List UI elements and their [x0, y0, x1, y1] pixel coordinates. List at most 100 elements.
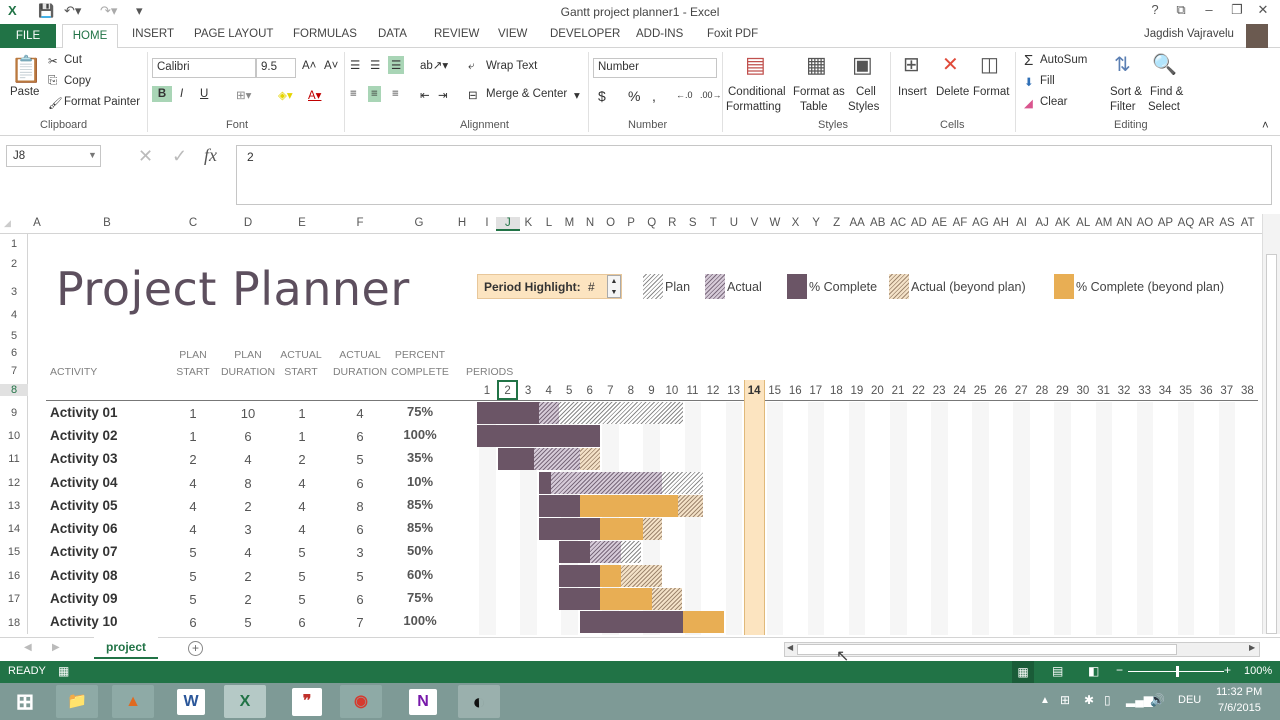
plan-start-cell[interactable]: 2 — [173, 452, 213, 467]
cut-button[interactable]: Cut — [64, 54, 82, 66]
font-size-select[interactable]: 9.5 — [256, 58, 296, 78]
horizontal-scroll-thumb[interactable] — [797, 644, 1177, 655]
font-color-icon[interactable]: A▾ — [308, 88, 321, 102]
column-header-a[interactable]: A — [25, 217, 49, 229]
column-header-e[interactable]: E — [290, 217, 314, 229]
file-explorer-icon[interactable]: 📁 — [56, 685, 98, 718]
user-name[interactable]: Jagdish Vajravelu — [1144, 28, 1234, 40]
formula-input[interactable]: 2 — [236, 145, 1272, 205]
column-header-h[interactable]: H — [450, 217, 474, 229]
quote-app-icon[interactable]: ❞ — [292, 688, 322, 716]
underline-button[interactable]: U — [200, 88, 208, 100]
zoom-level[interactable]: 100% — [1244, 665, 1272, 677]
minimize-button[interactable]: – — [1196, 2, 1222, 17]
column-header-f[interactable]: F — [348, 217, 372, 229]
format-as-table-label[interactable]: Table — [800, 101, 828, 113]
row-header-18[interactable]: 18 — [0, 617, 28, 629]
decrease-decimal-icon[interactable]: .00→ — [700, 90, 722, 100]
insert-function-icon[interactable]: fx — [204, 145, 217, 166]
clock-date[interactable]: 7/6/2015 — [1218, 702, 1261, 714]
project-title[interactable]: Project Planner — [56, 262, 410, 316]
delete-button[interactable]: Delete — [936, 86, 969, 98]
column-header-b[interactable]: B — [95, 217, 119, 229]
column-header-g[interactable]: G — [407, 217, 431, 229]
decrease-indent-icon[interactable]: ⇤ — [420, 88, 430, 102]
clock-time[interactable]: 11:32 PM — [1216, 686, 1262, 698]
zoom-in-button[interactable]: + — [1224, 663, 1231, 677]
row-header-6[interactable]: 6 — [0, 347, 28, 359]
enter-icon[interactable]: ✓ — [172, 146, 187, 167]
cell-styles-button[interactable]: Cell — [856, 86, 876, 98]
windows-start-icon[interactable]: ⊞ — [4, 685, 46, 718]
row-header-7[interactable]: 7 — [0, 365, 28, 377]
actual-start-cell[interactable]: 5 — [282, 592, 322, 607]
activity-name[interactable]: Activity 01 — [50, 405, 118, 420]
normal-view-icon[interactable]: ▦ — [1012, 661, 1034, 683]
tab-foxit-pdf[interactable]: Foxit PDF — [707, 28, 758, 40]
align-center-icon[interactable]: ≡ — [368, 86, 381, 102]
restore-button[interactable]: ❐ — [1224, 2, 1250, 18]
actual-duration-cell[interactable]: 6 — [340, 592, 380, 607]
excel-icon[interactable]: X — [224, 685, 266, 718]
plan-duration-cell[interactable]: 3 — [228, 522, 268, 537]
actual-start-cell[interactable]: 4 — [282, 499, 322, 514]
tab-page-layout[interactable]: PAGE LAYOUT — [194, 28, 273, 40]
percent-complete-cell[interactable]: 100% — [395, 613, 445, 628]
actual-start-cell[interactable]: 2 — [282, 452, 322, 467]
name-box[interactable]: J8 — [6, 145, 101, 167]
actual-duration-cell[interactable]: 6 — [340, 476, 380, 491]
tab-formulas[interactable]: FORMULAS — [293, 28, 357, 40]
format-painter-button[interactable]: Format Painter — [64, 96, 140, 108]
action-center-icon[interactable]: ⊞ — [1060, 693, 1070, 707]
align-top-icon[interactable]: ☰ — [350, 58, 360, 72]
actual-duration-cell[interactable]: 4 — [340, 406, 380, 421]
format-as-table-button[interactable]: Format as — [793, 86, 845, 98]
number-format-select[interactable]: Number — [593, 58, 717, 78]
activity-name[interactable]: Activity 08 — [50, 568, 118, 583]
input-language[interactable]: DEU — [1178, 694, 1201, 706]
percent-complete-cell[interactable]: 75% — [395, 404, 445, 419]
conditional-formatting-button[interactable]: Conditional — [728, 86, 786, 98]
chevron-down-icon[interactable]: ▾ — [574, 88, 580, 102]
orientation-icon[interactable]: ab↗▾ — [420, 58, 448, 72]
plan-start-cell[interactable]: 5 — [173, 592, 213, 607]
actual-duration-cell[interactable]: 5 — [340, 569, 380, 584]
borders-icon[interactable]: ⊞▾ — [236, 88, 251, 102]
percent-complete-cell[interactable]: 50% — [395, 543, 445, 558]
network-icon[interactable]: ▂▄▆ — [1126, 693, 1153, 707]
macro-recording-icon[interactable]: ▦ — [58, 664, 69, 678]
percent-complete-cell[interactable]: 60% — [395, 567, 445, 582]
bold-button[interactable]: B — [152, 86, 172, 102]
tab-file[interactable]: FILE — [0, 24, 56, 48]
increase-indent-icon[interactable]: ⇥ — [438, 88, 448, 102]
battery-icon[interactable]: ▯ — [1104, 693, 1111, 707]
period-spinner[interactable]: ▲ ▼ — [607, 275, 621, 298]
actual-start-cell[interactable]: 4 — [282, 476, 322, 491]
tab-view[interactable]: VIEW — [498, 28, 527, 40]
activity-name[interactable]: Activity 07 — [50, 544, 118, 559]
plan-duration-cell[interactable]: 10 — [228, 406, 268, 421]
activity-name[interactable]: Activity 09 — [50, 591, 118, 606]
row-header-5[interactable]: 5 — [0, 330, 28, 342]
wrap-text-button[interactable]: Wrap Text — [486, 60, 537, 72]
row-header-4[interactable]: 4 — [0, 309, 28, 321]
plan-start-cell[interactable]: 5 — [173, 545, 213, 560]
row-header-11[interactable]: 11 — [0, 453, 28, 465]
page-break-view-icon[interactable]: ◧ — [1088, 664, 1099, 678]
actual-duration-cell[interactable]: 8 — [340, 499, 380, 514]
plan-start-cell[interactable]: 4 — [173, 522, 213, 537]
actual-duration-cell[interactable]: 6 — [340, 522, 380, 537]
fill-button[interactable]: Fill — [1040, 75, 1055, 87]
chrome-icon[interactable]: ◉ — [340, 685, 382, 718]
row-header-2[interactable]: 2 — [0, 258, 28, 270]
sort-filter-button[interactable]: Sort & — [1110, 86, 1142, 98]
tab-insert[interactable]: INSERT — [132, 28, 174, 40]
plan-duration-cell[interactable]: 8 — [228, 476, 268, 491]
plan-start-cell[interactable]: 6 — [173, 615, 213, 630]
horizontal-scrollbar[interactable]: ◀ ▶ — [784, 642, 1260, 657]
row-header-17[interactable]: 17 — [0, 593, 28, 605]
period-highlight-cell[interactable]: Period Highlight: # — [477, 274, 622, 299]
align-middle-icon[interactable]: ☰ — [370, 58, 380, 72]
scroll-right-icon[interactable]: ▶ — [1249, 643, 1255, 652]
onenote-icon[interactable]: N — [409, 689, 437, 715]
